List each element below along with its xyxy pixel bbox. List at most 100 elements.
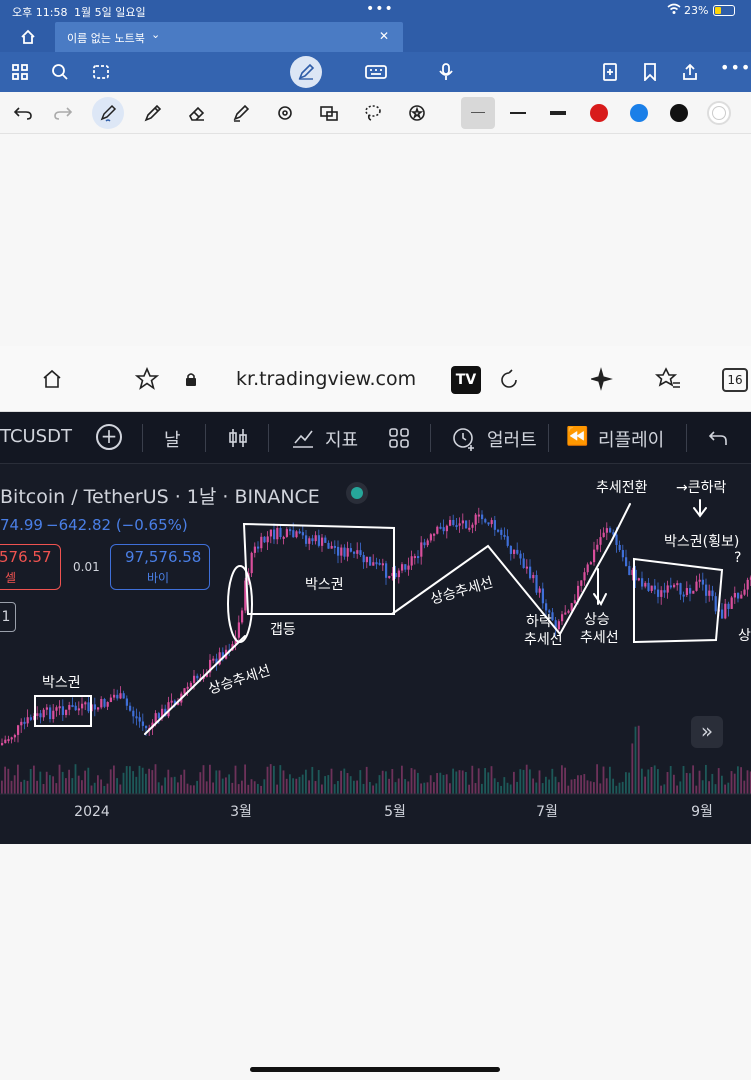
candle-body xyxy=(116,694,119,699)
volume-bar xyxy=(289,774,291,794)
volume-bar xyxy=(161,785,163,794)
candle-body xyxy=(676,583,679,586)
pen-tool-icon[interactable] xyxy=(92,97,124,129)
candle-body xyxy=(625,557,628,567)
highlighter-icon[interactable] xyxy=(230,103,252,123)
status-bar: 오후 11:58 1월 5일 일요일 ••• 23% xyxy=(0,0,751,22)
lasso-tool-icon[interactable] xyxy=(90,62,112,82)
candle-body xyxy=(42,709,45,718)
volume-bar xyxy=(122,772,125,794)
search-icon[interactable] xyxy=(50,62,70,82)
microphone-icon[interactable] xyxy=(436,62,456,82)
volume-bar xyxy=(701,780,704,794)
candle-body xyxy=(532,575,535,579)
image-icon[interactable] xyxy=(318,103,340,123)
star-icon[interactable] xyxy=(134,366,160,392)
notebook-page[interactable]: kr.tradingview.com TV 16 TCUSDT + 날 지표 얼… xyxy=(0,134,751,1080)
candle-body xyxy=(500,529,503,535)
volume-bar xyxy=(641,768,643,794)
layout-grid-icon[interactable] xyxy=(386,426,412,450)
candle-body xyxy=(513,549,516,554)
candle-body xyxy=(308,538,311,544)
candle-type-icon[interactable] xyxy=(226,426,250,450)
indicators-label[interactable]: 지표 xyxy=(325,426,358,452)
volume-bar xyxy=(615,785,618,794)
replay-label[interactable]: 리플레이 xyxy=(598,426,664,452)
candle-body xyxy=(413,556,416,559)
color-red-swatch[interactable] xyxy=(590,104,608,122)
add-symbol-icon[interactable]: + xyxy=(96,424,122,450)
volume-bar xyxy=(106,783,109,794)
grid-icon[interactable] xyxy=(10,62,30,82)
price-chart[interactable]: 2024 3월 5월 7월 9월 박스권 갭등 상승추세선 박스권 상승추세선 xyxy=(0,464,751,844)
indicators-icon[interactable] xyxy=(290,426,316,450)
volume-bar xyxy=(458,770,461,794)
volume-bar xyxy=(71,778,74,794)
stroke-thick-button[interactable] xyxy=(550,111,566,115)
eraser-icon[interactable] xyxy=(186,103,208,123)
candle-body xyxy=(279,528,282,538)
pen-mode-icon[interactable] xyxy=(290,56,322,88)
candle-body xyxy=(65,709,68,715)
browser-home-icon[interactable] xyxy=(40,368,64,390)
chevron-down-icon[interactable]: ⌄ xyxy=(151,28,160,41)
stroke-medium-button[interactable] xyxy=(510,112,526,114)
sticker-icon[interactable] xyxy=(406,103,428,123)
bookmark-icon[interactable] xyxy=(640,62,660,82)
volume-bar xyxy=(276,784,278,794)
scroll-right-button[interactable]: » xyxy=(691,716,723,748)
stroke-thin-button[interactable] xyxy=(461,97,495,129)
tabs-count-button[interactable]: 16 xyxy=(722,368,748,392)
interval-label[interactable]: 날 xyxy=(164,426,181,452)
volume-bar xyxy=(468,784,470,794)
volume-bar xyxy=(84,770,86,794)
symbol-label[interactable]: TCUSDT xyxy=(0,426,72,447)
undo-chart-icon[interactable] xyxy=(706,426,730,450)
more-icon[interactable]: ••• xyxy=(720,58,751,77)
volume-bar xyxy=(513,771,515,794)
candle-body xyxy=(433,533,436,536)
home-icon[interactable] xyxy=(18,28,38,46)
alerts-label[interactable]: 얼러트 xyxy=(487,426,537,452)
color-blue-swatch[interactable] xyxy=(630,104,648,122)
pencil-icon[interactable] xyxy=(142,103,164,123)
volume-bar xyxy=(369,781,371,794)
reload-icon[interactable] xyxy=(496,367,522,393)
volume-bar xyxy=(730,771,733,794)
color-black-swatch[interactable] xyxy=(670,104,688,122)
candle-body xyxy=(404,564,407,570)
more-dots-icon[interactable]: ••• xyxy=(366,1,394,17)
volume-bar xyxy=(337,780,339,794)
volume-bar xyxy=(589,781,592,794)
candle-body xyxy=(381,563,384,566)
candle-body xyxy=(679,583,682,595)
volume-bar xyxy=(461,770,464,794)
keyboard-icon[interactable] xyxy=(364,62,388,82)
volume-bar xyxy=(170,777,173,794)
add-page-icon[interactable] xyxy=(600,62,620,82)
candle-body xyxy=(564,612,567,615)
redo-icon[interactable] xyxy=(52,103,74,123)
alert-clock-icon[interactable] xyxy=(450,424,478,452)
candle-body xyxy=(327,542,330,549)
share-icon[interactable] xyxy=(680,62,700,82)
undo-icon[interactable] xyxy=(12,103,34,123)
close-icon[interactable]: ✕ xyxy=(379,29,389,43)
volume-bar xyxy=(410,768,413,794)
volume-bar xyxy=(477,768,480,794)
volume-bar xyxy=(138,765,141,794)
volume-bar xyxy=(529,769,531,794)
color-white-swatch[interactable] xyxy=(707,101,731,125)
lasso-select-icon[interactable] xyxy=(362,103,384,123)
favorites-list-icon[interactable] xyxy=(654,366,682,392)
url-text[interactable]: kr.tradingview.com xyxy=(236,368,416,390)
volume-bar xyxy=(557,782,560,794)
sparkle-icon[interactable] xyxy=(590,366,616,392)
candle-body xyxy=(61,706,64,715)
notebook-tab[interactable]: 이름 없는 노트북 ⌄ ✕ xyxy=(55,22,403,52)
rewind-icon[interactable]: ⏪ xyxy=(566,426,588,447)
candle-body xyxy=(87,702,90,712)
candle-body xyxy=(637,578,640,581)
candle-body xyxy=(58,706,61,709)
shapes-icon[interactable] xyxy=(274,103,296,123)
